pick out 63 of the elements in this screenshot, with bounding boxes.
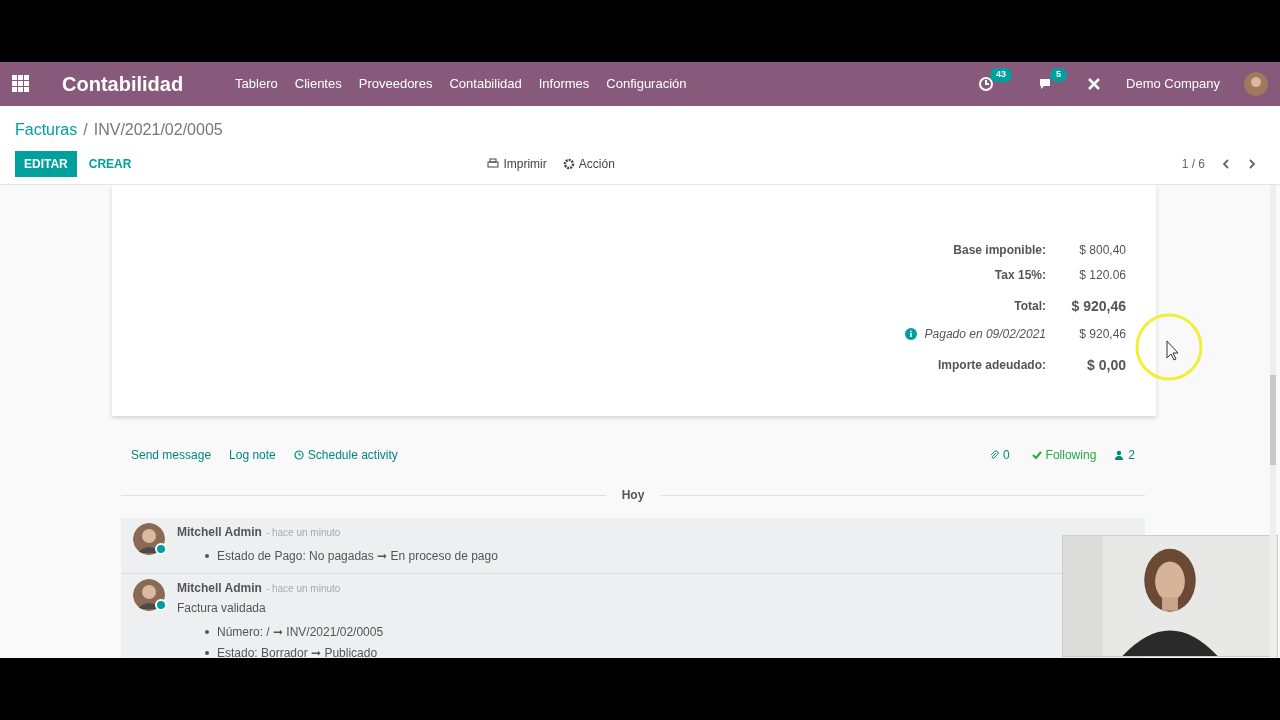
apps-menu-icon[interactable] (12, 75, 30, 93)
app-title: Contabilidad (62, 72, 184, 97)
paperclip-icon (988, 450, 999, 460)
bullet-icon (205, 554, 209, 558)
count-badge: 5 (1050, 68, 1068, 82)
action-button[interactable]: Acción (562, 155, 615, 173)
menu-item[interactable]: Clientes (294, 74, 342, 94)
menu-item[interactable]: Informes (538, 74, 590, 94)
user-avatar[interactable] (1244, 72, 1268, 96)
avatar (133, 523, 165, 555)
info-icon[interactable] (904, 327, 917, 340)
tracking-change: Número: / ➞ INV/2021/02/0005 (217, 624, 384, 641)
attachments-button[interactable]: 0 (988, 446, 1010, 464)
breadcrumb-current: INV/2021/02/0005 (93, 120, 223, 140)
total-label: Total: (1014, 298, 1046, 315)
chevron-right-icon (1247, 159, 1257, 169)
message-time: - hace un minuto (265, 526, 341, 540)
schedule-activity-button[interactable]: Schedule activity (293, 446, 398, 464)
tracking-change: Estado: Borrador ➞ Publicado (217, 645, 378, 658)
log-note-button[interactable]: Log note (229, 446, 276, 464)
total-value: $ 0,00 (1086, 355, 1126, 375)
message-author: Mitchell Admin (177, 580, 262, 597)
company-name[interactable]: Demo Company (1126, 74, 1220, 94)
total-value: $ 920,46 (1070, 296, 1126, 316)
bullet-icon (205, 630, 209, 634)
online-status-icon (155, 543, 167, 555)
message-author: Mitchell Admin (177, 524, 262, 541)
avatar (133, 579, 165, 611)
print-button[interactable]: Imprimir (487, 155, 547, 173)
tracking-change: Estado de Pago: No pagadas ➞ En proceso de pago (217, 548, 498, 565)
next-button[interactable] (1247, 159, 1257, 169)
total-value: $ 120.06 (1078, 266, 1126, 284)
previous-button[interactable] (1221, 159, 1231, 169)
date-separator: Hoy (620, 487, 646, 504)
check-icon (1031, 450, 1042, 460)
chevron-left-icon (1221, 159, 1231, 169)
edit-button[interactable]: EDITAR (15, 151, 77, 177)
menu-item[interactable]: Contabilidad (449, 74, 522, 94)
person-icon (1114, 450, 1125, 460)
total-label: Pagado en 09/02/2021 (924, 325, 1046, 343)
clock-icon[interactable] (978, 76, 995, 92)
breadcrumb-link[interactable]: Facturas (15, 118, 78, 142)
create-button[interactable]: CREAR (76, 151, 144, 177)
breadcrumb-separator: / (83, 120, 88, 140)
total-label: Tax 15%: (994, 266, 1046, 284)
total-value: $ 920,46 (1078, 325, 1126, 343)
clock-icon (293, 450, 304, 460)
message-body: Factura validada (177, 600, 267, 617)
send-message-button[interactable]: Send message (131, 446, 212, 464)
count-badge: 43 (990, 68, 1013, 82)
total-value: $ 800,40 (1078, 241, 1126, 259)
followers-button[interactable]: 2 (1114, 446, 1135, 464)
menu-item[interactable]: Tablero (235, 74, 278, 94)
message-time: - hace un minuto (265, 582, 341, 596)
online-status-icon (155, 599, 167, 611)
following-button[interactable]: Following (1031, 446, 1097, 464)
pager-counter: 1 / 6 (1181, 156, 1205, 173)
menu-item[interactable]: Proveedores (358, 74, 433, 94)
total-label: Importe adeudado: (938, 357, 1046, 374)
menu-item[interactable]: Configuración (606, 74, 687, 94)
total-label: Base imponible: (953, 241, 1046, 259)
bullet-icon (205, 651, 209, 655)
printer-icon (487, 158, 500, 170)
